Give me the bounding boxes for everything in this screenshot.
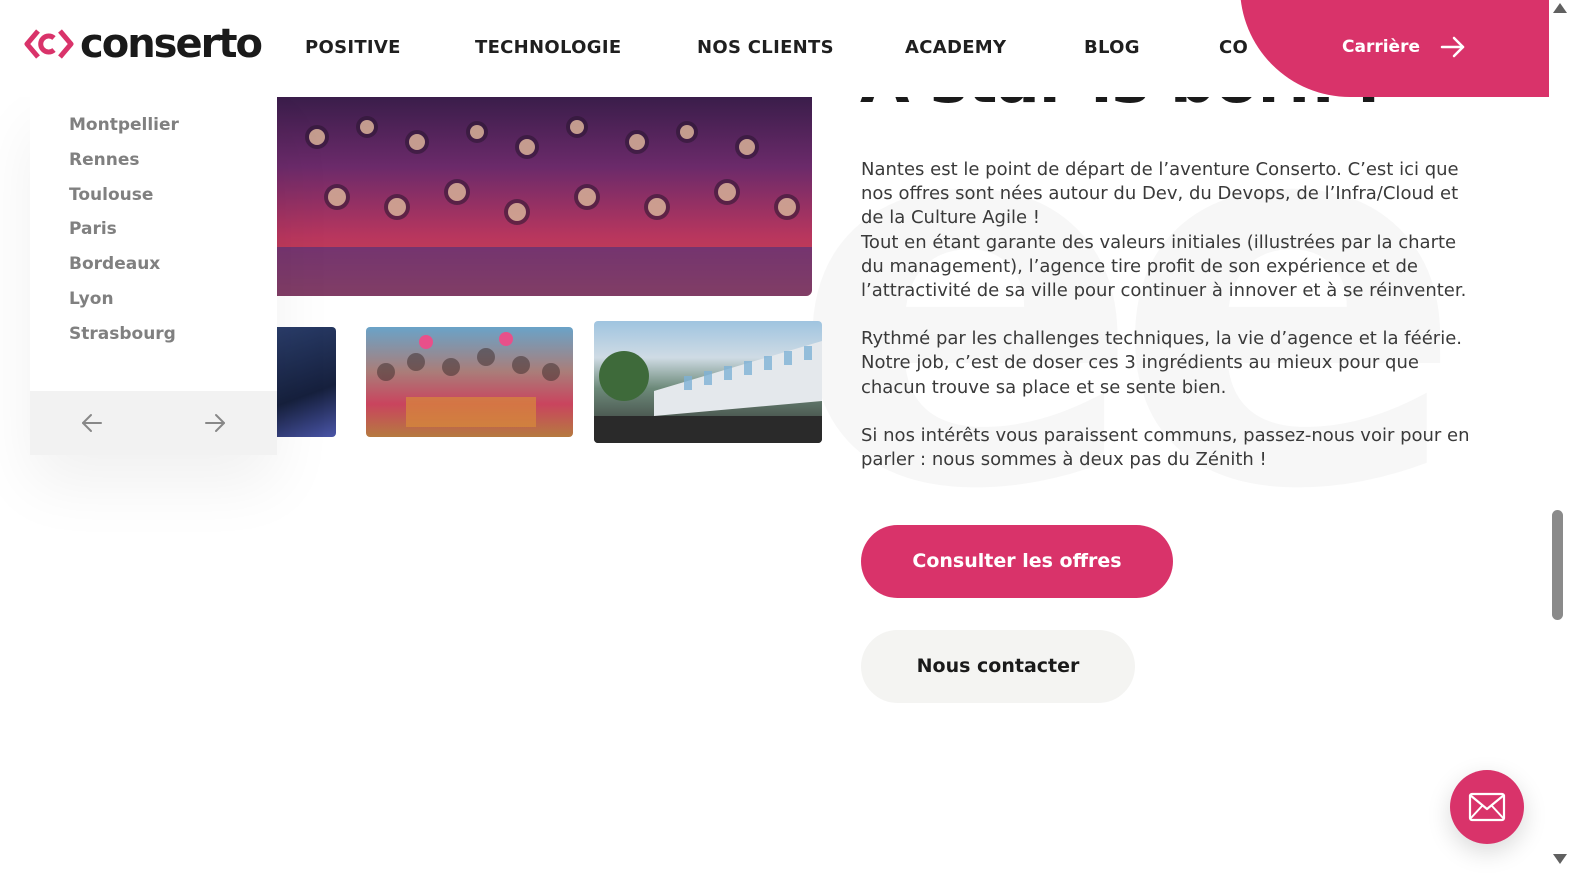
arrow-left-icon[interactable] [80,411,104,435]
career-label: Carrière [1342,37,1420,57]
scroll-up-icon[interactable] [1552,2,1568,14]
site-header: conserto POSITIVE TECHNOLOGIE NOS CLIENT… [0,0,1550,97]
photo-thumbnail-3[interactable] [594,321,822,443]
city-carousel-controls [30,391,277,455]
scroll-down-icon[interactable] [1552,853,1568,865]
nav-item-academy[interactable]: ACADEMY [905,37,1006,58]
photo-thumbnail-1[interactable] [277,327,336,437]
office-building-illustration [594,341,822,443]
city-item-montpellier[interactable]: Montpellier [69,115,179,150]
view-offers-button[interactable]: Consulter les offres [861,525,1173,598]
contact-us-button[interactable]: Nous contacter [861,630,1135,703]
nav-item-positive[interactable]: POSITIVE [305,37,401,58]
arrow-right-icon[interactable] [203,411,227,435]
conserto-logo[interactable]: conserto [24,21,263,67]
mail-icon [1468,792,1506,822]
career-button[interactable]: Carrière [1240,0,1550,97]
photo-thumbnail-2[interactable] [366,327,573,437]
crowd-illustration [277,116,812,296]
description-paragraph-4: Si nos intérêts vous paraissent communs,… [861,424,1470,471]
nav-item-blog[interactable]: BLOG [1084,37,1140,58]
nav-item-contact-truncated[interactable]: CO [1219,37,1248,58]
city-item-strasbourg[interactable]: Strasbourg [69,324,179,359]
city-list: Montpellier Rennes Toulouse Paris Bordea… [69,115,179,359]
scrollbar-thumb[interactable] [1552,510,1563,620]
page-scrollbar[interactable] [1549,0,1584,878]
team-group-photo [277,97,812,296]
city-item-toulouse[interactable]: Toulouse [69,185,179,220]
city-item-paris[interactable]: Paris [69,219,179,254]
nav-item-technologie[interactable]: TECHNOLOGIE [475,37,621,58]
nav-item-nos-clients[interactable]: NOS CLIENTS [697,37,834,58]
description-paragraph-1: Nantes est le point de départ de l’avent… [861,159,1459,229]
city-item-rennes[interactable]: Rennes [69,150,179,185]
city-selector-card: Montpellier Rennes Toulouse Paris Bordea… [30,97,277,455]
description-paragraph-2: Tout en étant garante des valeurs initia… [861,231,1467,302]
logo-text: conserto [80,21,263,67]
party-illustration [377,332,560,427]
contact-mail-button[interactable] [1450,770,1524,844]
city-item-bordeaux[interactable]: Bordeaux [69,254,179,289]
description-paragraph-3: Rythmé par les challenges techniques, la… [861,328,1462,398]
logo-brackets-icon [24,29,74,59]
city-item-lyon[interactable]: Lyon [69,289,179,324]
agency-description: Nantes est le point de départ de l’avent… [861,158,1481,496]
arrow-right-icon [1440,36,1465,58]
